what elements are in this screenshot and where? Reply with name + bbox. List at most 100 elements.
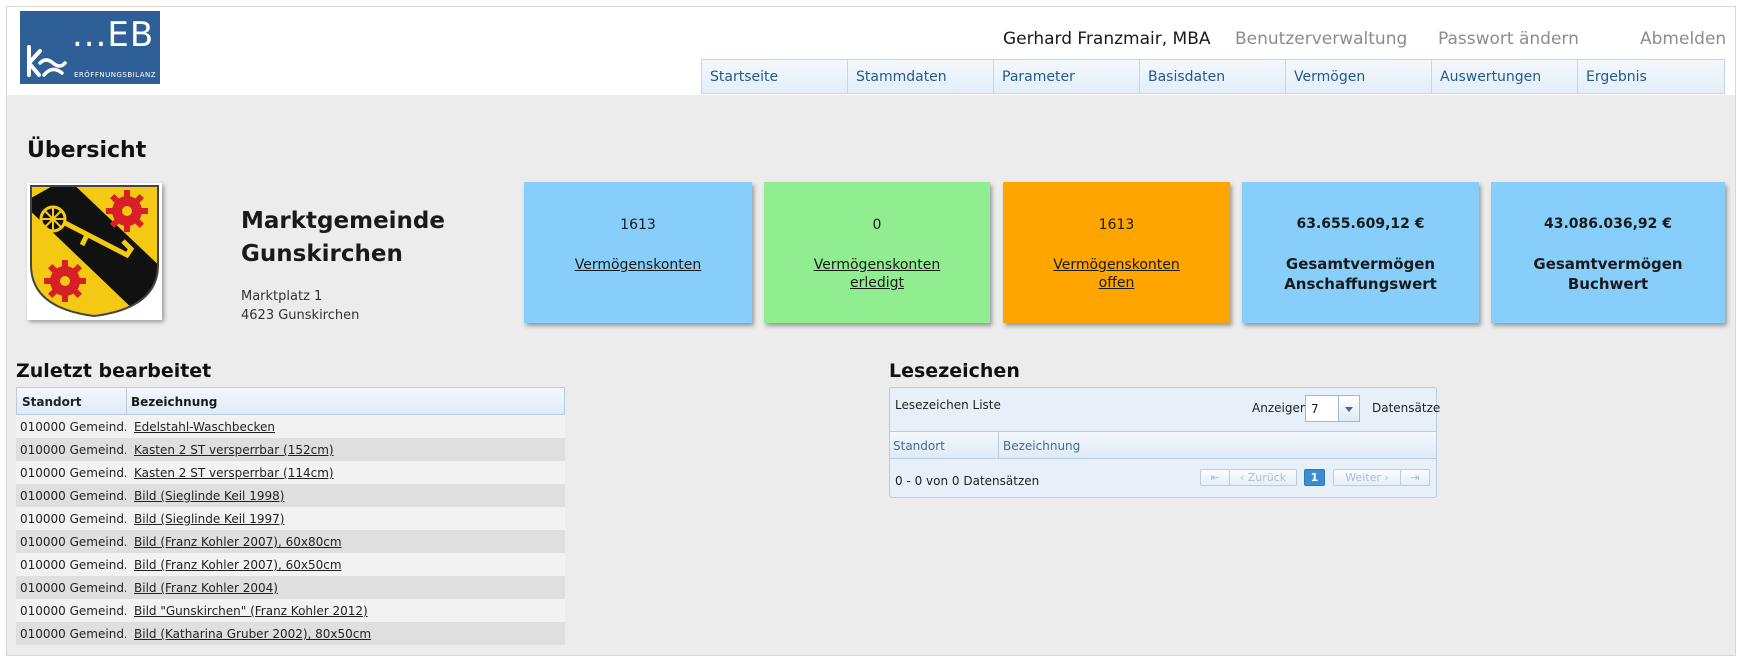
stat-label-line1: Vermögenskonten bbox=[813, 257, 941, 273]
municipality-name: Marktgemeinde Gunskirchen bbox=[241, 205, 445, 271]
bookmarks-table-header: Standort Bezeichnung bbox=[890, 431, 1436, 459]
column-header-standort[interactable]: Standort bbox=[17, 388, 127, 414]
stat-label: Vermögenskonten bbox=[574, 257, 702, 273]
table-row[interactable]: 010000 Gemeind... Bild (Franz Kohler 2004… bbox=[16, 576, 565, 599]
column-header-bezeichnung[interactable]: Bezeichnung bbox=[127, 388, 217, 414]
cell-standort: 010000 Gemeind... bbox=[20, 558, 126, 572]
stat-label-line2: Buchwert bbox=[1567, 275, 1649, 293]
link-accounts-done[interactable]: Vermögenskonten erledigt bbox=[774, 256, 980, 292]
stat-tile-accounts-open: 1613 Vermögenskonten offen bbox=[1003, 182, 1230, 323]
municipality-address: Marktplatz 1 4623 Gunskirchen bbox=[241, 287, 359, 325]
cell-standort: 010000 Gemeind... bbox=[20, 489, 126, 503]
bookmarks-panel: Lesezeichen Liste Anzeigen 7 Datensätze … bbox=[889, 387, 1441, 498]
cell-bezeichnung-link[interactable]: Bild (Franz Kohler 2004) bbox=[126, 576, 278, 599]
cell-standort: 010000 Gemeind... bbox=[20, 604, 126, 618]
column-divider bbox=[998, 432, 999, 458]
stat-value: 43.086.036,92 € bbox=[1544, 216, 1672, 232]
municipality-crest bbox=[27, 183, 162, 320]
stat-label-line2: offen bbox=[1098, 275, 1135, 291]
cell-bezeichnung-link[interactable]: Kasten 2 ST versperrbar (152cm) bbox=[126, 438, 334, 461]
chevron-down-icon[interactable] bbox=[1338, 396, 1359, 421]
table-row[interactable]: 010000 Gemeind... Bild (Franz Kohler 2007… bbox=[16, 530, 565, 553]
app-logo[interactable]: ...EB ERÖFFNUNGSBILANZ bbox=[20, 11, 160, 84]
cell-bezeichnung-link[interactable]: Edelstahl-Waschbecken bbox=[126, 415, 275, 438]
next-page-button[interactable]: Weiter › bbox=[1333, 469, 1401, 486]
municipality-name-line1: Marktgemeinde bbox=[241, 208, 445, 234]
menu-basisdaten[interactable]: Basisdaten bbox=[1139, 59, 1286, 94]
stat-value: 63.655.609,12 € bbox=[1296, 216, 1425, 232]
stat-value: 1613 bbox=[1098, 217, 1135, 233]
cell-bezeichnung-link[interactable]: Bild (Sieglinde Keil 1998) bbox=[126, 484, 284, 507]
link-change-password[interactable]: Passwort ändern bbox=[1438, 29, 1579, 49]
link-user-management[interactable]: Benutzerverwaltung bbox=[1235, 29, 1407, 49]
municipality-name-line2: Gunskirchen bbox=[241, 241, 403, 267]
page-title: Übersicht bbox=[27, 138, 147, 163]
kb-logo-icon bbox=[27, 45, 67, 77]
cell-bezeichnung-link[interactable]: Bild (Sieglinde Keil 1997) bbox=[126, 507, 284, 530]
page-size-label: Anzeigen bbox=[1252, 401, 1308, 415]
stat-value: 1613 bbox=[620, 217, 656, 233]
link-logout[interactable]: Abmelden bbox=[1640, 29, 1726, 49]
cell-standort: 010000 Gemeind... bbox=[20, 443, 126, 457]
first-page-button[interactable]: ⇤ bbox=[1200, 469, 1230, 486]
table-row[interactable]: 010000 Gemeind... Kasten 2 ST versperrbar… bbox=[16, 461, 565, 484]
bookmarks-section-title: Lesezeichen bbox=[889, 360, 1020, 382]
recent-table: Standort Bezeichnung 010000 Gemeind... Ed… bbox=[16, 387, 565, 645]
menu-parameter[interactable]: Parameter bbox=[993, 59, 1140, 94]
table-row[interactable]: 010000 Gemeind... Edelstahl-Waschbecken bbox=[16, 415, 565, 438]
link-asset-accounts[interactable]: Vermögenskonten bbox=[534, 256, 742, 274]
table-row[interactable]: 010000 Gemeind... Bild (Sieglinde Keil 19… bbox=[16, 484, 565, 507]
pagination-status: 0 - 0 von 0 Datensätzen bbox=[895, 474, 1040, 488]
last-page-button[interactable]: ⇥ bbox=[1400, 469, 1430, 486]
stat-label: Gesamtvermögen Buchwert bbox=[1501, 254, 1715, 294]
table-row[interactable]: 010000 Gemeind... Bild (Katharina Gruber … bbox=[16, 622, 565, 645]
stat-label-line1: Gesamtvermögen bbox=[1285, 255, 1436, 273]
stat-label-line2: Anschaffungswert bbox=[1284, 275, 1437, 293]
cell-standort: 010000 Gemeind... bbox=[20, 466, 126, 480]
cell-bezeichnung-link[interactable]: Bild (Franz Kohler 2007), 60x80cm bbox=[126, 530, 342, 553]
stat-tile-total-book-value: 43.086.036,92 € Gesamtvermögen Buchwert bbox=[1491, 182, 1725, 323]
stat-label-line2: erledigt bbox=[849, 275, 905, 291]
menu-vermoegen[interactable]: Vermögen bbox=[1285, 59, 1432, 94]
main-menu: Startseite Stammdaten Parameter Basisdat… bbox=[701, 59, 1726, 94]
cell-standort: 010000 Gemeind... bbox=[20, 627, 126, 641]
cell-bezeichnung-link[interactable]: Bild (Katharina Gruber 2002), 80x50cm bbox=[126, 622, 371, 645]
menu-ergebnis[interactable]: Ergebnis bbox=[1577, 59, 1725, 94]
recent-section-title: Zuletzt bearbeitet bbox=[16, 360, 212, 382]
table-row[interactable]: 010000 Gemeind... Bild (Sieglinde Keil 19… bbox=[16, 507, 565, 530]
table-row[interactable]: 010000 Gemeind... Bild "Gunskirchen" (Fra… bbox=[16, 599, 565, 622]
column-header-bezeichnung[interactable]: Bezeichnung bbox=[1003, 439, 1080, 453]
cell-standort: 010000 Gemeind... bbox=[20, 581, 126, 595]
logo-text: ...EB bbox=[72, 15, 155, 55]
stat-label-line1: Gesamtvermögen bbox=[1533, 255, 1683, 273]
cell-standort: 010000 Gemeind... bbox=[20, 420, 126, 434]
records-label: Datensätze bbox=[1372, 401, 1441, 415]
menu-startseite[interactable]: Startseite bbox=[701, 59, 848, 94]
table-row[interactable]: 010000 Gemeind... Kasten 2 ST versperrbar… bbox=[16, 438, 565, 461]
column-header-standort[interactable]: Standort bbox=[893, 439, 945, 453]
current-user: Gerhard Franzmair, MBA bbox=[1003, 29, 1211, 49]
previous-page-button[interactable]: ‹ Zurück bbox=[1229, 469, 1297, 486]
stat-label-line1: Vermögenskonten bbox=[1053, 257, 1180, 273]
coat-of-arms-icon bbox=[30, 185, 159, 318]
cell-bezeichnung-link[interactable]: Bild "Gunskirchen" (Franz Kohler 2012) bbox=[126, 599, 368, 622]
page-size-select[interactable]: 7 bbox=[1305, 395, 1360, 422]
stat-tile-asset-accounts: 1613 Vermögenskonten bbox=[524, 182, 752, 323]
logo-subtitle: ERÖFFNUNGSBILANZ bbox=[74, 71, 157, 79]
menu-stammdaten[interactable]: Stammdaten bbox=[847, 59, 994, 94]
cell-standort: 010000 Gemeind... bbox=[20, 512, 126, 526]
table-row[interactable]: 010000 Gemeind... Bild (Franz Kohler 2007… bbox=[16, 553, 565, 576]
stat-tile-accounts-done: 0 Vermögenskonten erledigt bbox=[764, 182, 990, 323]
current-page-button[interactable]: 1 bbox=[1304, 469, 1325, 486]
stat-value: 0 bbox=[872, 217, 882, 233]
page-size-value: 7 bbox=[1311, 402, 1319, 416]
address-street: Marktplatz 1 bbox=[241, 289, 323, 304]
link-accounts-open[interactable]: Vermögenskonten offen bbox=[1013, 256, 1220, 292]
cell-standort: 010000 Gemeind... bbox=[20, 535, 126, 549]
address-city: 4623 Gunskirchen bbox=[241, 308, 360, 323]
table-header: Standort Bezeichnung bbox=[16, 387, 565, 415]
menu-auswertungen[interactable]: Auswertungen bbox=[1431, 59, 1578, 94]
cell-bezeichnung-link[interactable]: Bild (Franz Kohler 2007), 60x50cm bbox=[126, 553, 342, 576]
stat-label: Gesamtvermögen Anschaffungswert bbox=[1252, 254, 1469, 294]
cell-bezeichnung-link[interactable]: Kasten 2 ST versperrbar (114cm) bbox=[126, 461, 334, 484]
